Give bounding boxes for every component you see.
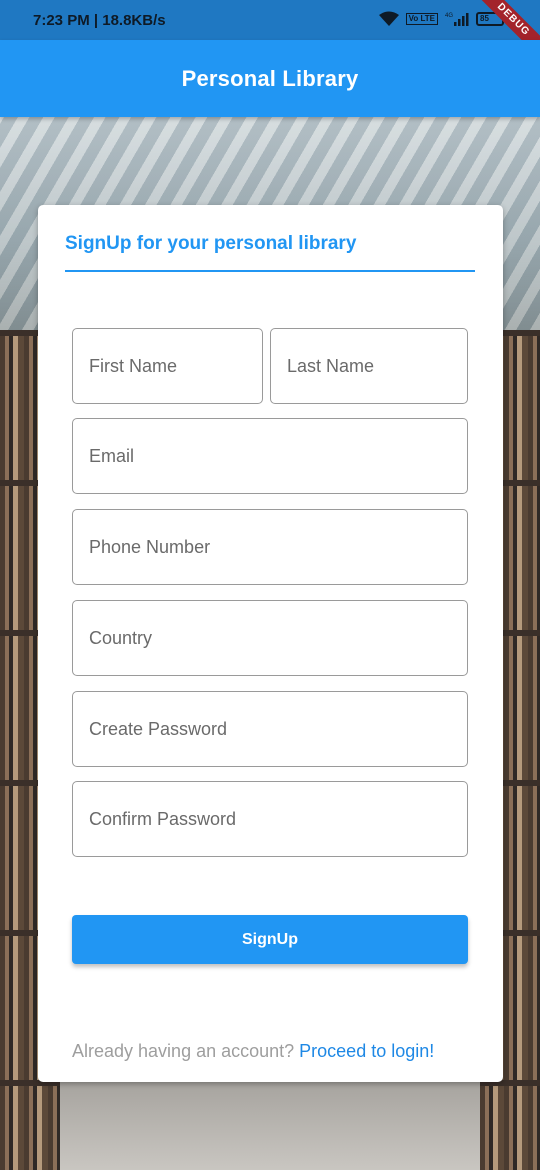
app-title: Personal Library [181,65,359,91]
status-bar: 7:23 PM | 18.8KB/s Vo LTE 4G 85 DEBUG [0,0,540,65]
app-bar: Personal Library [0,40,540,117]
status-icons: Vo LTE 4G 85 [378,11,504,27]
proceed-to-login-link[interactable]: Proceed to login! [299,1041,434,1061]
email-input[interactable] [72,418,468,494]
status-time-speed: 7:23 PM | 18.8KB/s [33,12,166,29]
network-label: 4G [445,13,453,19]
last-name-input[interactable] [270,328,468,404]
create-password-input[interactable] [72,691,468,767]
signup-button[interactable]: SignUp [72,915,468,964]
phone-number-input[interactable] [72,509,468,585]
login-prompt-text: Already having an account? [72,1041,300,1061]
heading-divider [65,270,475,272]
volte-icon: Vo LTE [405,13,438,25]
first-name-input[interactable] [72,328,263,404]
signal-icon: 4G [444,11,470,27]
confirm-password-input[interactable] [72,781,468,857]
signup-card: SignUp for your personal library SignUp … [38,205,503,1082]
country-input[interactable] [72,600,468,676]
wifi-icon [378,11,400,27]
signup-heading: SignUp for your personal library [65,233,357,254]
login-prompt-row: Already having an account? Proceed to lo… [72,1041,434,1062]
